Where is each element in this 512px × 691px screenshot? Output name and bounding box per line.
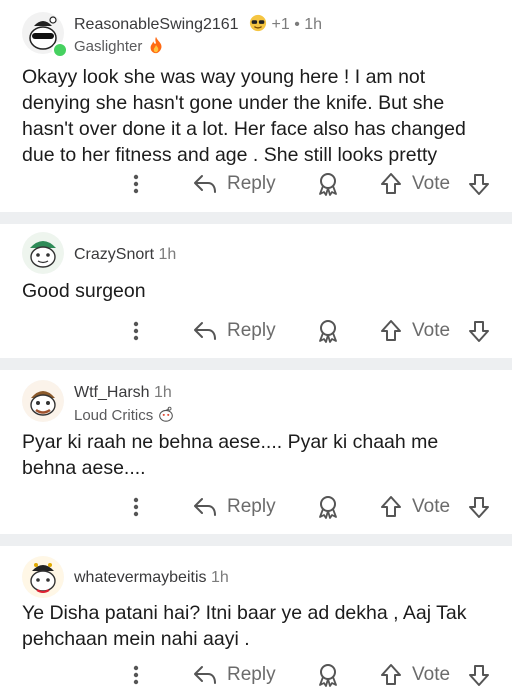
snoo-flair-icon: [159, 406, 174, 422]
upvote-button[interactable]: Vote: [380, 659, 450, 691]
comment-actions: Reply Vote: [0, 168, 512, 200]
username[interactable]: CrazySnort: [74, 246, 154, 263]
vote-label: Vote: [412, 496, 451, 517]
vote-label: Vote: [412, 664, 451, 685]
more-vertical-icon: [133, 321, 139, 341]
downvote-button[interactable]: [468, 491, 490, 523]
username[interactable]: whatevermaybeitis: [74, 569, 207, 586]
snoo-avatar-icon: [22, 556, 64, 598]
reply-label: Reply: [227, 664, 276, 685]
reply-label: Reply: [227, 496, 276, 517]
comment-separator: [0, 534, 512, 546]
reply-arrow-icon: [194, 175, 216, 193]
reply-label: Reply: [227, 320, 276, 341]
comment-header: Wtf_Harsh 1h: [74, 384, 172, 402]
downvote-arrow-icon: [469, 321, 489, 342]
more-options-button[interactable]: [128, 168, 144, 200]
award-button[interactable]: [316, 659, 340, 691]
more-options-button[interactable]: [128, 659, 144, 691]
reply-label: Reply: [227, 173, 276, 194]
online-indicator: [52, 42, 68, 58]
upvote-button[interactable]: Vote: [380, 315, 450, 347]
award-icon: [319, 664, 337, 687]
vote-label: Vote: [412, 173, 451, 194]
reply-button[interactable]: Reply: [193, 491, 276, 523]
comment-2: CrazySnort 1h Good surgeon Reply Vote: [0, 224, 512, 358]
avatar[interactable]: [22, 556, 64, 598]
reply-button[interactable]: Reply: [193, 168, 276, 200]
upvote-button[interactable]: Vote: [380, 491, 450, 523]
comment-body: Pyar ki raah ne behna aese.... Pyar ki c…: [22, 431, 439, 479]
comment-age: 1h: [304, 16, 323, 33]
downvote-arrow-icon: [469, 665, 489, 686]
comment-3: Wtf_Harsh 1h Loud Critics Pyar ki raah n…: [0, 370, 512, 534]
more-options-button[interactable]: [128, 315, 144, 347]
dot-separator: •: [294, 16, 300, 33]
comment-separator: [0, 212, 512, 224]
downvote-arrow-icon: [469, 497, 489, 518]
comment-header: ReasonableSwing2161 +1 • 1h: [74, 14, 322, 34]
username[interactable]: Wtf_Harsh: [74, 384, 150, 401]
award-button[interactable]: [316, 315, 340, 347]
downvote-button[interactable]: [468, 315, 490, 347]
upvote-arrow-icon: [381, 664, 401, 685]
award-button[interactable]: [316, 168, 340, 200]
more-vertical-icon: [133, 665, 139, 685]
comment-separator: [0, 358, 512, 370]
comment-age: 1h: [158, 246, 177, 263]
avatar[interactable]: [22, 380, 64, 422]
comment-actions: Reply Vote: [0, 315, 512, 347]
upvote-arrow-icon: [381, 496, 401, 517]
downvote-arrow-icon: [469, 174, 489, 195]
reply-button[interactable]: Reply: [193, 659, 276, 691]
comment-age: 1h: [154, 384, 172, 401]
flair-text: Gaslighter: [74, 38, 143, 55]
more-options-button[interactable]: [128, 491, 144, 523]
avatar[interactable]: [22, 232, 64, 274]
reply-button[interactable]: Reply: [193, 315, 276, 347]
upvote-arrow-icon: [381, 320, 401, 341]
award-icon: [319, 496, 337, 519]
comment-age: 1h: [210, 569, 229, 586]
comment-1: ReasonableSwing2161 +1 • 1h Gaslighter O…: [0, 0, 512, 212]
vote-label: Vote: [412, 320, 451, 341]
comment-body: Good surgeon: [22, 280, 146, 302]
upvote-button[interactable]: Vote: [380, 168, 450, 200]
award-button[interactable]: [316, 491, 340, 523]
user-flair: Loud Critics: [74, 405, 175, 424]
award-icon: [319, 320, 337, 343]
reply-arrow-icon: [194, 498, 216, 516]
fire-icon: [150, 36, 162, 54]
award-count: +1: [271, 16, 290, 33]
comment-actions: Reply Vote: [0, 491, 512, 523]
downvote-button[interactable]: [468, 168, 490, 200]
snoo-avatar-icon: [22, 232, 64, 274]
more-vertical-icon: [133, 174, 139, 194]
more-vertical-icon: [133, 497, 139, 517]
reply-arrow-icon: [194, 666, 216, 684]
comment-actions: Reply Vote: [0, 659, 512, 691]
username[interactable]: ReasonableSwing2161: [74, 16, 239, 33]
award-sunglasses-icon: [249, 14, 267, 32]
flair-text: Loud Critics: [74, 407, 154, 424]
award-icon: [319, 173, 337, 196]
comment-4: whatevermaybeitis 1h Ye Disha patani hai…: [0, 546, 512, 688]
upvote-arrow-icon: [381, 173, 401, 194]
comment-header: CrazySnort 1h: [74, 246, 176, 264]
downvote-button[interactable]: [468, 659, 490, 691]
comment-body: Ye Disha patani hai? Itni baar ye ad dek…: [22, 602, 467, 650]
reply-arrow-icon: [194, 322, 216, 340]
comment-header: whatevermaybeitis 1h: [74, 569, 229, 587]
comment-body: Okayy look she was way young here ! I am…: [22, 66, 466, 166]
user-flair: Gaslighter: [74, 36, 165, 55]
snoo-avatar-icon: [22, 380, 64, 422]
